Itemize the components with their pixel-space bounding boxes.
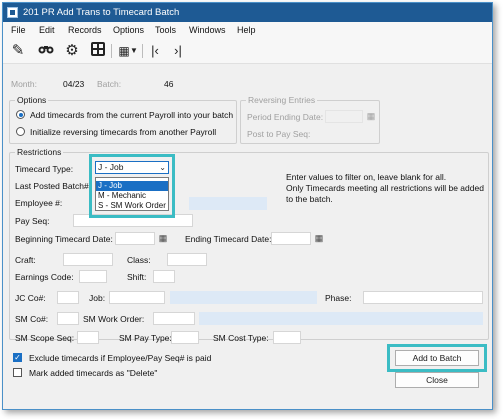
jc-co-field[interactable] [57, 291, 79, 304]
mark-delete-label: Mark added timecards as "Delete" [29, 368, 158, 378]
dialog-window: 201 PR Add Trans to Timecard Batch File … [2, 2, 493, 410]
menu-help[interactable]: Help [237, 22, 256, 38]
sm-cost-type-field[interactable] [273, 331, 301, 344]
earnings-code-field[interactable] [79, 270, 107, 283]
earnings-code-label: Earnings Code: [15, 272, 74, 282]
jc-co-label: JC Co#: [15, 293, 46, 303]
class-label: Class: [127, 255, 151, 265]
menu-tools[interactable]: Tools [155, 22, 176, 38]
exclude-paid-label: Exclude timecards if Employee/Pay Seq# i… [29, 353, 212, 363]
restrictions-note-1: Enter values to filter on, leave blank f… [286, 172, 447, 182]
last-record-icon[interactable]: ›| [169, 42, 187, 60]
edit-icon[interactable]: ✎ [9, 42, 27, 60]
sm-work-order-label: SM Work Order: [83, 314, 145, 324]
batch-label: Batch: [97, 79, 122, 89]
ending-timecard-date-field[interactable] [271, 232, 311, 245]
sm-work-order-field[interactable] [153, 312, 195, 325]
toolbar-separator [111, 44, 112, 58]
binoculars-icon[interactable] [37, 42, 55, 60]
craft-label: Craft: [15, 255, 36, 265]
first-record-icon[interactable]: |‹ [146, 42, 164, 60]
dropdown-icon[interactable]: ▼ [129, 42, 139, 60]
reversing-title: Reversing Entries [246, 95, 318, 105]
grid-icon[interactable] [89, 42, 107, 60]
shift-field[interactable] [153, 270, 175, 283]
radio-reverse-timecards[interactable] [16, 127, 25, 136]
chevron-down-icon: ⌄ [159, 163, 166, 172]
phase-field[interactable] [363, 291, 483, 304]
calendar-icon: ▦ [366, 111, 376, 121]
menu-records[interactable]: Records [68, 22, 102, 38]
option-job[interactable]: J - Job [96, 181, 168, 191]
options-group: Options Add timecards from the current P… [9, 95, 237, 144]
ending-timecard-date-label: Ending Timecard Date: [185, 234, 272, 244]
sm-co-label: SM Co#: [15, 314, 49, 324]
period-ending-label: Period Ending Date: [247, 112, 324, 122]
exclude-paid-checkbox[interactable]: ✓ [13, 353, 22, 362]
class-field[interactable] [167, 253, 207, 266]
sm-cost-type-label: SM Cost Type: [213, 333, 269, 343]
close-button[interactable]: Close [395, 372, 479, 388]
options-title: Options [15, 95, 49, 105]
beginning-timecard-date-label: Beginning Timecard Date: [15, 234, 113, 244]
toolbar: ✎ ⚙ ▦ ▼ |‹ ›| [3, 38, 492, 64]
job-label: Job: [89, 293, 106, 303]
ending-date-calendar-icon[interactable]: ▦ [313, 232, 325, 244]
menu-file[interactable]: File [11, 22, 26, 38]
menu-bar: File Edit Records Options Tools Windows … [3, 22, 492, 38]
option-mechanic[interactable]: M - Mechanic [96, 191, 168, 201]
app-icon [7, 7, 18, 18]
restrictions-title: Restrictions [15, 147, 64, 157]
pay-seq-label: Pay Seq: [15, 216, 50, 226]
period-ending-field [325, 110, 363, 123]
reversing-entries-group: Reversing Entries Period Ending Date: ▦ … [240, 95, 380, 144]
timecard-type-dropdown: J - Job M - Mechanic S - SM Work Order [95, 177, 169, 211]
option-sm-work-order[interactable]: S - SM Work Order [96, 201, 168, 211]
restrictions-note-2: Only Timecards meeting all restrictions … [286, 183, 484, 193]
job-field[interactable] [109, 291, 165, 304]
batch-value: 46 [164, 79, 174, 89]
timecard-type-select[interactable]: J - Job ⌄ [95, 161, 169, 174]
sm-work-order-description-field [199, 312, 483, 325]
phase-label: Phase: [325, 293, 352, 303]
employee-label: Employee #: [15, 198, 63, 208]
beginning-timecard-date-field[interactable] [115, 232, 155, 245]
craft-field[interactable] [63, 253, 113, 266]
radio-reverse-label: Initialize reversing timecards from anot… [30, 127, 217, 137]
employee-name-field [189, 197, 267, 210]
timecard-type-value: J - Job [98, 162, 124, 172]
mark-delete-checkbox[interactable] [13, 368, 22, 377]
month-value: 04/23 [63, 79, 85, 89]
menu-options[interactable]: Options [113, 22, 144, 38]
beginning-date-calendar-icon[interactable]: ▦ [157, 232, 169, 244]
shift-label: Shift: [127, 272, 147, 282]
sm-scope-seq-field[interactable] [77, 331, 99, 344]
menu-windows[interactable]: Windows [189, 22, 226, 38]
sm-co-field[interactable] [57, 312, 79, 325]
sm-pay-type-label: SM Pay Type: [119, 333, 172, 343]
gear-icon[interactable]: ⚙ [63, 42, 81, 60]
menu-edit[interactable]: Edit [39, 22, 55, 38]
month-label: Month: [11, 79, 37, 89]
radio-add-timecards[interactable] [16, 110, 25, 119]
post-to-pay-seq-label: Post to Pay Seq: [247, 129, 311, 139]
sm-pay-type-field[interactable] [171, 331, 199, 344]
radio-add-label: Add timecards from the current Payroll i… [30, 110, 234, 120]
last-posted-batch-label: Last Posted Batch#: [15, 181, 92, 191]
job-description-field [170, 291, 317, 304]
sm-scope-seq-label: SM Scope Seq: [15, 333, 75, 343]
timecard-type-label: Timecard Type: [15, 164, 74, 174]
toolbar-separator [142, 44, 143, 58]
window-title: 201 PR Add Trans to Timecard Batch [23, 7, 180, 18]
add-to-batch-button[interactable]: Add to Batch [395, 350, 479, 366]
title-bar: 201 PR Add Trans to Timecard Batch [3, 3, 492, 22]
restrictions-note-3: to the batch. [286, 194, 333, 204]
